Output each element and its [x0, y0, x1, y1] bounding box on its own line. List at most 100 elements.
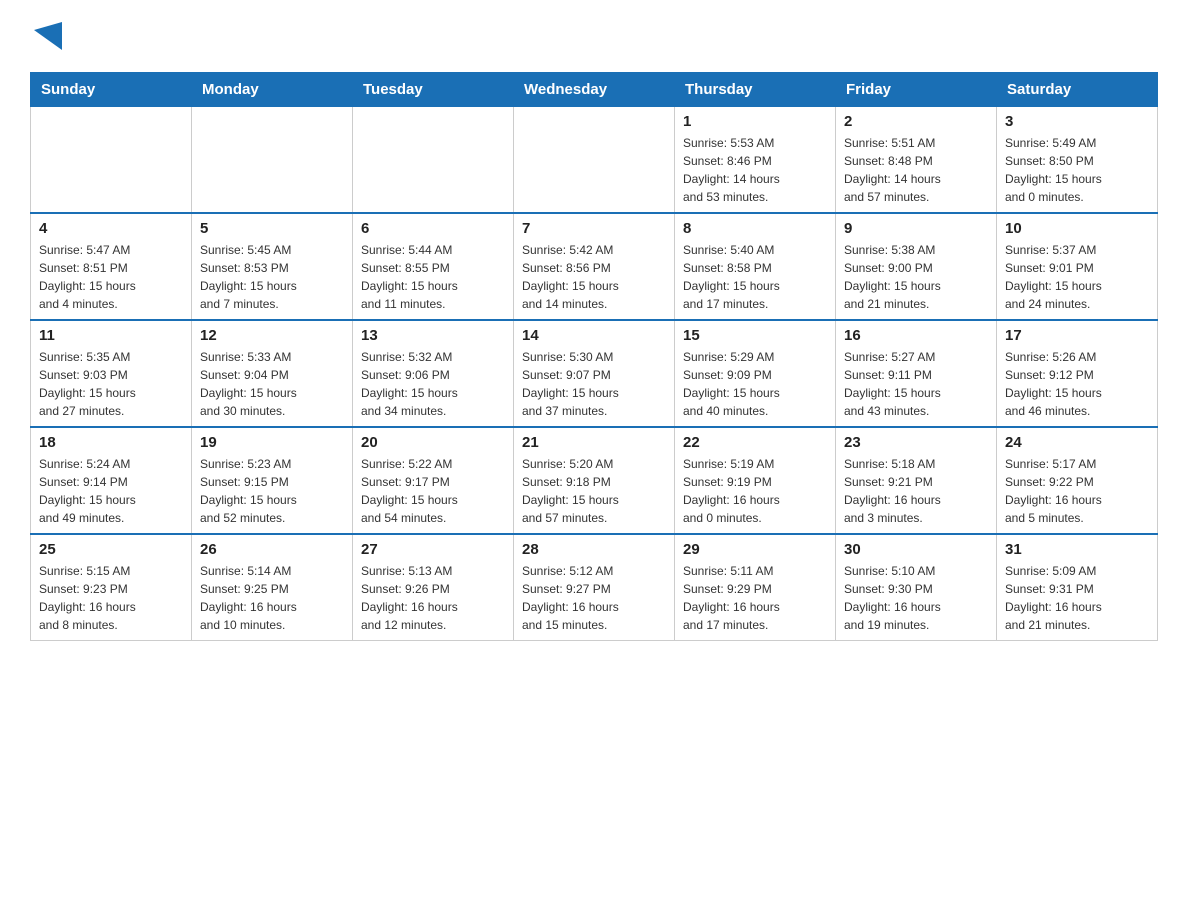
day-info: Sunrise: 5:18 AM Sunset: 9:21 PM Dayligh…	[844, 455, 988, 527]
day-info: Sunrise: 5:17 AM Sunset: 9:22 PM Dayligh…	[1005, 455, 1149, 527]
table-row: 25Sunrise: 5:15 AM Sunset: 9:23 PM Dayli…	[31, 534, 192, 641]
day-number: 18	[39, 434, 183, 451]
table-row: 12 Sunrise: 5:33 AM Sunset: 9:04 PM Dayli…	[192, 320, 353, 427]
logo-icon	[34, 22, 62, 62]
table-row: 20 Sunrise: 5:22 AM Sunset: 9:17 PM Dayli…	[353, 427, 514, 534]
table-row: 8 Sunrise: 5:40 AM Sunset: 8:58 PM Daylig…	[675, 213, 836, 320]
table-row	[192, 107, 353, 214]
day-info: Sunrise: 5:19 AM Sunset: 9:19 PM Dayligh…	[683, 455, 827, 527]
day-info: Sunrise: 5:51 AM Sunset: 8:48 PM Dayligh…	[844, 134, 988, 206]
day-info: Sunrise: 5:38 AM Sunset: 9:00 PM Dayligh…	[844, 241, 988, 313]
day-number: 7	[522, 220, 666, 237]
day-number: 26	[200, 541, 344, 558]
day-number: 3	[1005, 113, 1149, 130]
day-number: 28	[522, 541, 666, 558]
table-row: 7 Sunrise: 5:42 AM Sunset: 8:56 PM Daylig…	[514, 213, 675, 320]
page-header	[30, 20, 1158, 62]
day-number: 6	[361, 220, 505, 237]
day-info: Sunrise: 5:27 AM Sunset: 9:11 PM Dayligh…	[844, 348, 988, 420]
table-row: 23 Sunrise: 5:18 AM Sunset: 9:21 PM Dayli…	[836, 427, 997, 534]
day-number: 10	[1005, 220, 1149, 237]
table-row: 14 Sunrise: 5:30 AM Sunset: 9:07 PM Dayli…	[514, 320, 675, 427]
day-info: Sunrise: 5:47 AM Sunset: 8:51 PM Dayligh…	[39, 241, 183, 313]
calendar-week-row: 25Sunrise: 5:15 AM Sunset: 9:23 PM Dayli…	[31, 534, 1158, 641]
day-number: 19	[200, 434, 344, 451]
day-info: Sunrise: 5:23 AM Sunset: 9:15 PM Dayligh…	[200, 455, 344, 527]
day-number: 20	[361, 434, 505, 451]
day-number: 12	[200, 327, 344, 344]
day-info: Sunrise: 5:12 AM Sunset: 9:27 PM Dayligh…	[522, 562, 666, 634]
table-row: 2 Sunrise: 5:51 AM Sunset: 8:48 PM Daylig…	[836, 107, 997, 214]
table-row: 18 Sunrise: 5:24 AM Sunset: 9:14 PM Dayli…	[31, 427, 192, 534]
day-number: 2	[844, 113, 988, 130]
day-info: Sunrise: 5:33 AM Sunset: 9:04 PM Dayligh…	[200, 348, 344, 420]
calendar-week-row: 11 Sunrise: 5:35 AM Sunset: 9:03 PM Dayli…	[31, 320, 1158, 427]
table-row: 27Sunrise: 5:13 AM Sunset: 9:26 PM Dayli…	[353, 534, 514, 641]
day-info: Sunrise: 5:32 AM Sunset: 9:06 PM Dayligh…	[361, 348, 505, 420]
day-info: Sunrise: 5:45 AM Sunset: 8:53 PM Dayligh…	[200, 241, 344, 313]
day-info: Sunrise: 5:24 AM Sunset: 9:14 PM Dayligh…	[39, 455, 183, 527]
day-number: 15	[683, 327, 827, 344]
day-number: 11	[39, 327, 183, 344]
day-number: 1	[683, 113, 827, 130]
col-thursday: Thursday	[675, 73, 836, 107]
table-row: 13 Sunrise: 5:32 AM Sunset: 9:06 PM Dayli…	[353, 320, 514, 427]
calendar-week-row: 18 Sunrise: 5:24 AM Sunset: 9:14 PM Dayli…	[31, 427, 1158, 534]
col-tuesday: Tuesday	[353, 73, 514, 107]
table-row: 30 Sunrise: 5:10 AM Sunset: 9:30 PM Dayli…	[836, 534, 997, 641]
day-info: Sunrise: 5:29 AM Sunset: 9:09 PM Dayligh…	[683, 348, 827, 420]
day-number: 27	[361, 541, 505, 558]
table-row: 24 Sunrise: 5:17 AM Sunset: 9:22 PM Dayli…	[997, 427, 1158, 534]
day-info: Sunrise: 5:37 AM Sunset: 9:01 PM Dayligh…	[1005, 241, 1149, 313]
table-row	[353, 107, 514, 214]
day-number: 31	[1005, 541, 1149, 558]
day-info: Sunrise: 5:26 AM Sunset: 9:12 PM Dayligh…	[1005, 348, 1149, 420]
day-number: 29	[683, 541, 827, 558]
calendar-table: Sunday Monday Tuesday Wednesday Thursday…	[30, 72, 1158, 641]
day-info: Sunrise: 5:20 AM Sunset: 9:18 PM Dayligh…	[522, 455, 666, 527]
table-row: 31 Sunrise: 5:09 AM Sunset: 9:31 PM Dayli…	[997, 534, 1158, 641]
table-row: 5 Sunrise: 5:45 AM Sunset: 8:53 PM Daylig…	[192, 213, 353, 320]
table-row: 26 Sunrise: 5:14 AM Sunset: 9:25 PM Dayli…	[192, 534, 353, 641]
day-number: 17	[1005, 327, 1149, 344]
day-info: Sunrise: 5:49 AM Sunset: 8:50 PM Dayligh…	[1005, 134, 1149, 206]
day-info: Sunrise: 5:35 AM Sunset: 9:03 PM Dayligh…	[39, 348, 183, 420]
table-row: 15 Sunrise: 5:29 AM Sunset: 9:09 PM Dayli…	[675, 320, 836, 427]
day-info: Sunrise: 5:53 AM Sunset: 8:46 PM Dayligh…	[683, 134, 827, 206]
table-row	[31, 107, 192, 214]
day-number: 25	[39, 541, 183, 558]
table-row: 1 Sunrise: 5:53 AM Sunset: 8:46 PM Daylig…	[675, 107, 836, 214]
day-info: Sunrise: 5:14 AM Sunset: 9:25 PM Dayligh…	[200, 562, 344, 634]
day-number: 22	[683, 434, 827, 451]
table-row: 22 Sunrise: 5:19 AM Sunset: 9:19 PM Dayli…	[675, 427, 836, 534]
calendar-week-row: 4 Sunrise: 5:47 AM Sunset: 8:51 PM Daylig…	[31, 213, 1158, 320]
table-row: 6 Sunrise: 5:44 AM Sunset: 8:55 PM Daylig…	[353, 213, 514, 320]
table-row: 9Sunrise: 5:38 AM Sunset: 9:00 PM Daylig…	[836, 213, 997, 320]
day-number: 8	[683, 220, 827, 237]
day-number: 24	[1005, 434, 1149, 451]
day-number: 14	[522, 327, 666, 344]
calendar-week-row: 1 Sunrise: 5:53 AM Sunset: 8:46 PM Daylig…	[31, 107, 1158, 214]
day-number: 4	[39, 220, 183, 237]
day-info: Sunrise: 5:09 AM Sunset: 9:31 PM Dayligh…	[1005, 562, 1149, 634]
day-number: 23	[844, 434, 988, 451]
day-info: Sunrise: 5:10 AM Sunset: 9:30 PM Dayligh…	[844, 562, 988, 634]
day-info: Sunrise: 5:30 AM Sunset: 9:07 PM Dayligh…	[522, 348, 666, 420]
col-friday: Friday	[836, 73, 997, 107]
col-saturday: Saturday	[997, 73, 1158, 107]
day-number: 16	[844, 327, 988, 344]
day-info: Sunrise: 5:44 AM Sunset: 8:55 PM Dayligh…	[361, 241, 505, 313]
day-number: 21	[522, 434, 666, 451]
day-number: 13	[361, 327, 505, 344]
logo	[30, 20, 62, 62]
day-info: Sunrise: 5:42 AM Sunset: 8:56 PM Dayligh…	[522, 241, 666, 313]
day-info: Sunrise: 5:40 AM Sunset: 8:58 PM Dayligh…	[683, 241, 827, 313]
day-number: 5	[200, 220, 344, 237]
table-row: 10 Sunrise: 5:37 AM Sunset: 9:01 PM Dayli…	[997, 213, 1158, 320]
day-info: Sunrise: 5:22 AM Sunset: 9:17 PM Dayligh…	[361, 455, 505, 527]
table-row: 4 Sunrise: 5:47 AM Sunset: 8:51 PM Daylig…	[31, 213, 192, 320]
table-row: 21 Sunrise: 5:20 AM Sunset: 9:18 PM Dayli…	[514, 427, 675, 534]
col-monday: Monday	[192, 73, 353, 107]
table-row: 19 Sunrise: 5:23 AM Sunset: 9:15 PM Dayli…	[192, 427, 353, 534]
day-number: 30	[844, 541, 988, 558]
